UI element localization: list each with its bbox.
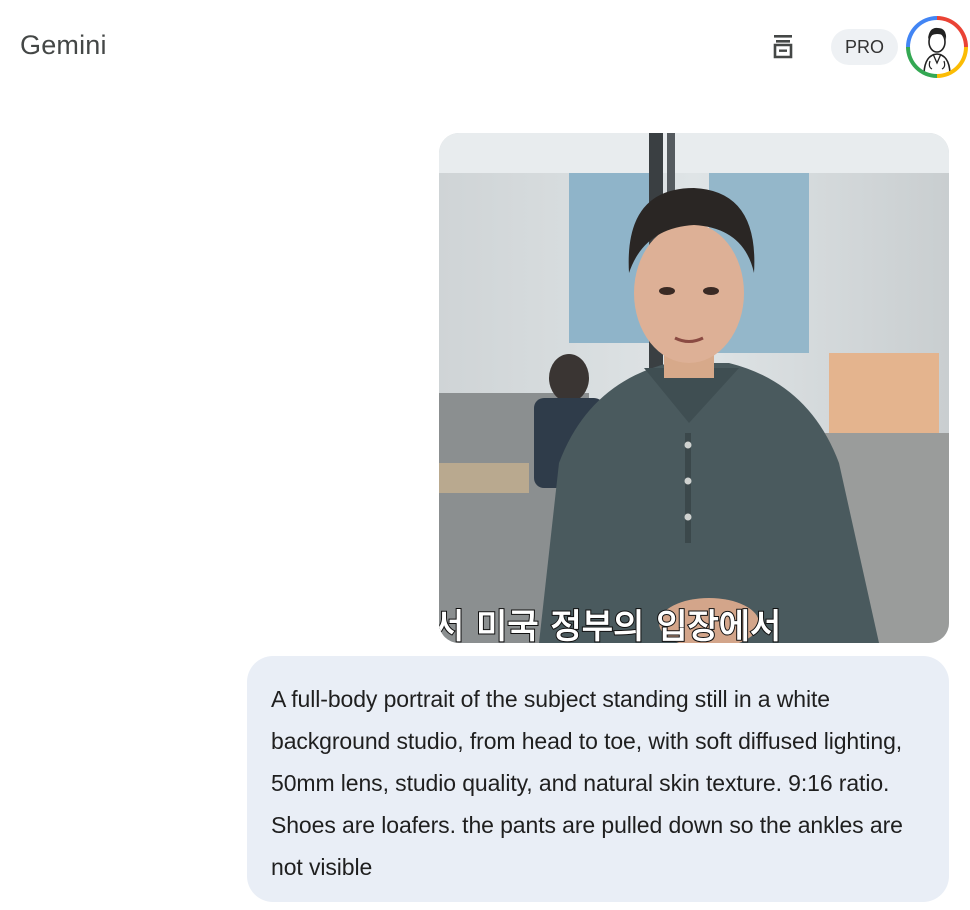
trash-icon — [768, 31, 798, 66]
delete-chat-button[interactable] — [764, 29, 802, 67]
avatar-icon — [910, 20, 964, 74]
top-bar: Gemini PRO — [0, 0, 970, 94]
attached-photo[interactable]: 서 미국 정부의 입장에서 — [439, 133, 949, 643]
video-caption-overlay: 서 미국 정부의 입장에서 — [439, 607, 781, 643]
app-title: Gemini — [20, 30, 107, 60]
user-prompt-text: A full-body portrait of the subject stan… — [271, 686, 903, 880]
plan-badge: PRO — [831, 29, 898, 65]
account-avatar-button[interactable] — [906, 16, 968, 78]
user-prompt-bubble: A full-body portrait of the subject stan… — [247, 656, 949, 902]
